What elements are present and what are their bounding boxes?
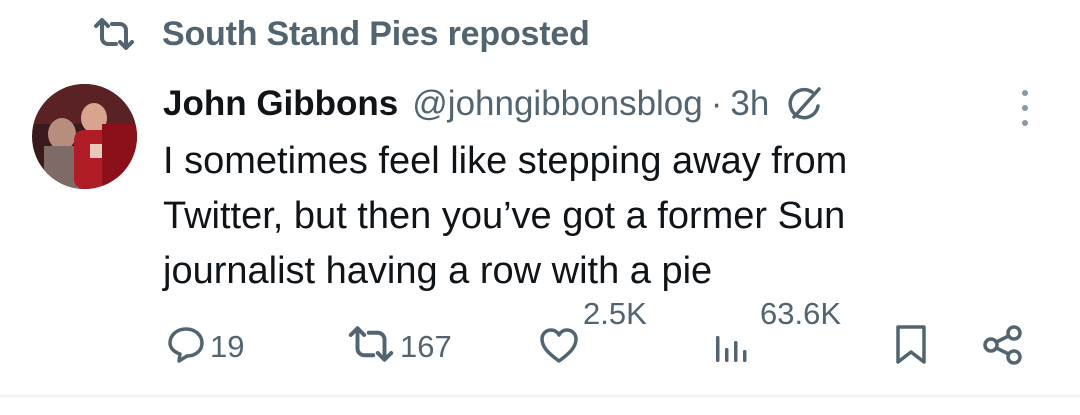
retweet-button[interactable]: 167: [346, 326, 452, 367]
more-icon[interactable]: [1014, 86, 1036, 130]
author-name[interactable]: John Gibbons: [163, 84, 398, 124]
views-count: 63.6K: [760, 296, 842, 331]
more-dot: [1022, 105, 1028, 111]
like-count: 2.5K: [583, 296, 647, 331]
avatar[interactable]: [32, 84, 137, 189]
more-dot: [1022, 120, 1028, 126]
like-button[interactable]: [538, 327, 580, 370]
divider: [0, 395, 1080, 397]
bookmark-icon: [893, 324, 929, 371]
like-icon: [538, 327, 580, 370]
reply-button[interactable]: 19: [166, 324, 244, 369]
author-handle[interactable]: @johngibbonsblog: [412, 84, 702, 124]
reply-count: 19: [210, 328, 245, 364]
repost-label: South Stand Pies reposted: [162, 14, 590, 53]
retweet-icon: [346, 326, 396, 367]
grok-icon[interactable]: [785, 84, 825, 124]
repost-count: 167: [400, 328, 452, 364]
repost-icon: [92, 17, 138, 51]
more-dot: [1022, 90, 1028, 96]
tweet-timestamp[interactable]: 3h: [730, 84, 769, 124]
reply-icon: [166, 324, 206, 369]
tweet-line: Twitter, but then you’ve got a former Su…: [163, 195, 846, 237]
tweet-header: John Gibbons @johngibbonsblog · 3h: [163, 80, 825, 128]
share-icon: [982, 324, 1024, 371]
bookmark-button[interactable]: [893, 324, 929, 371]
tweet-line: journalist having a row with a pie: [163, 250, 713, 292]
tweet-line: I sometimes feel like stepping away from: [163, 140, 848, 182]
repost-indicator[interactable]: South Stand Pies reposted: [92, 12, 590, 56]
share-button[interactable]: [982, 324, 1024, 371]
views-button[interactable]: [713, 328, 749, 369]
separator-dot: ·: [710, 84, 723, 123]
tweet-text: I sometimes feel like stepping away from…: [163, 134, 1023, 299]
views-icon: [713, 328, 749, 369]
